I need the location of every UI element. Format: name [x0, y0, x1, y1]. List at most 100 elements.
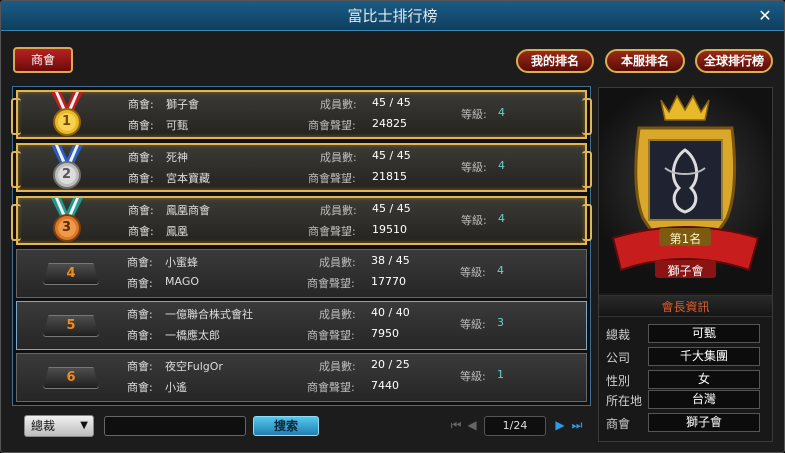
leader-label: 商會: — [128, 119, 154, 132]
guild-name: 獅子會 — [166, 98, 199, 111]
ranking-row-4[interactable]: 4 商會: 小蜜蜂 商會: MAGO 成員數: 38 / 45 商會聲望: 17… — [16, 249, 587, 298]
level-value: 4 — [498, 159, 505, 172]
reputation-value: 19510 — [372, 223, 407, 236]
guild-name: 一億聯合株式會社 — [165, 308, 253, 321]
first-page-icon[interactable]: ⏮ — [448, 417, 464, 433]
members-count: 38 / 45 — [371, 254, 410, 267]
reputation-label: 商會聲望: — [308, 172, 356, 185]
guild-name: 鳳凰商會 — [166, 204, 210, 217]
window-title: 富比士排行榜 — [1, 1, 784, 31]
ranking-row-1[interactable]: 1 商會: 獅子會 商會: 可甄 成員數: 45 / 45 商會聲望: 2482… — [11, 90, 592, 139]
field-label-guild: 商會 — [606, 417, 631, 431]
level-label: 等級: — [461, 108, 487, 121]
search-filter-select[interactable]: 總裁 ▼ — [24, 415, 94, 437]
reputation-label: 商會聲望: — [307, 277, 355, 290]
ranking-list: 1 商會: 獅子會 商會: 可甄 成員數: 45 / 45 商會聲望: 2482… — [11, 86, 592, 406]
guild-label: 商會: — [127, 308, 153, 321]
field-label-gender: 性別 — [606, 374, 631, 388]
level-label: 等級: — [460, 266, 486, 279]
members-count: 45 / 45 — [372, 149, 411, 162]
emblem-rank-text: 第1名 — [669, 232, 702, 246]
field-value-company: 千大集團 — [648, 347, 760, 366]
reputation-label: 商會聲望: — [307, 329, 355, 342]
guild-name: 夜空FulgOr — [165, 360, 223, 373]
next-page-icon[interactable]: ▶ — [552, 417, 568, 433]
field-value-guild: 獅子會 — [648, 413, 760, 432]
field-value-gender: 女 — [648, 370, 760, 389]
leader-info-header: 會長資訊 — [599, 295, 772, 317]
reputation-value: 21815 — [372, 170, 407, 183]
level-value: 4 — [498, 106, 505, 119]
search-input[interactable] — [104, 416, 246, 436]
ranking-row-2[interactable]: 2 商會: 死神 商會: 宮本寶藏 成員數: 45 / 45 商會聲望: 218… — [11, 143, 592, 192]
reputation-value: 7440 — [371, 379, 399, 392]
reputation-value: 17770 — [371, 275, 406, 288]
field-value-president: 可甄 — [648, 324, 760, 343]
members-label: 成員數: — [319, 308, 356, 321]
leader-label: 商會: — [127, 329, 153, 342]
level-label: 等級: — [460, 370, 486, 383]
ranking-row-3[interactable]: 3 商會: 鳳凰商會 商會: 鳳凰 成員數: 45 / 45 商會聲望: 195… — [11, 196, 592, 245]
level-label: 等級: — [461, 214, 487, 227]
medal-rank-number: 1 — [62, 114, 72, 129]
field-label-location: 所在地 — [606, 394, 643, 408]
members-label: 成員數: — [319, 360, 356, 373]
level-label: 等級: — [461, 161, 487, 174]
reputation-value: 24825 — [372, 117, 407, 130]
guild-emblem: 第1名 獅子會 — [599, 88, 772, 293]
members-count: 45 / 45 — [372, 202, 411, 215]
guild-label: 商會: — [128, 98, 154, 111]
level-value: 3 — [497, 316, 504, 329]
my-rank-button[interactable]: 我的排名 — [516, 49, 594, 73]
level-value: 4 — [498, 212, 505, 225]
rank-number: 4 — [43, 263, 99, 285]
level-label: 等級: — [460, 318, 486, 331]
guild-label: 商會: — [128, 151, 154, 164]
last-page-icon[interactable]: ⏭ — [569, 417, 585, 433]
reputation-label: 商會聲望: — [307, 381, 355, 394]
search-button[interactable]: 搜索 — [253, 416, 319, 436]
leader-label: 商會: — [128, 172, 154, 185]
guild-name: 小蜜蜂 — [165, 256, 198, 269]
prev-page-icon[interactable]: ◀ — [464, 417, 480, 433]
reputation-value: 7950 — [371, 327, 399, 340]
tab-guild[interactable]: 商會 — [13, 47, 73, 73]
members-label: 成員數: — [320, 151, 357, 164]
close-button[interactable]: ✕ — [754, 5, 776, 27]
chevron-down-icon: ▼ — [80, 420, 88, 431]
page-indicator: 1/24 — [484, 416, 546, 436]
leader-name: MAGO — [165, 275, 200, 288]
leader-label: 商會: — [127, 381, 153, 394]
members-count: 45 / 45 — [372, 96, 411, 109]
field-label-president: 總裁 — [606, 328, 631, 342]
reputation-label: 商會聲望: — [308, 119, 356, 132]
field-value-location: 台灣 — [648, 390, 760, 409]
guild-label: 商會: — [128, 204, 154, 217]
server-rank-button[interactable]: 本服排名 — [605, 49, 685, 73]
ranking-row-5[interactable]: 5 商會: 一億聯合株式會社 商會: 一橋應太郎 成員數: 40 / 40 商會… — [16, 301, 587, 350]
medal-rank-number: 3 — [62, 220, 72, 235]
search-filter-value: 總裁 — [31, 419, 56, 433]
guild-label: 商會: — [127, 360, 153, 373]
emblem-guild-name: 獅子會 — [667, 264, 704, 278]
ranking-window: 富比士排行榜 ✕ 商會 我的排名 本服排名 全球排行榜 1 商會: 獅子會 商會… — [0, 0, 785, 453]
level-value: 1 — [497, 368, 504, 381]
members-label: 成員數: — [319, 256, 356, 269]
leader-name: 鳳凰 — [166, 225, 188, 238]
bottom-toolbar: 總裁 ▼ 搜索 ⏮ ◀ 1/24 ▶ ⏭ — [12, 411, 591, 441]
leader-name: 宮本寶藏 — [166, 172, 210, 185]
global-rank-button[interactable]: 全球排行榜 — [695, 49, 773, 73]
members-label: 成員數: — [320, 98, 357, 111]
ranking-row-6[interactable]: 6 商會: 夜空FulgOr 商會: 小遙 成員數: 20 / 25 商會聲望:… — [16, 353, 587, 402]
rank-number: 5 — [43, 315, 99, 337]
level-value: 4 — [497, 264, 504, 277]
leader-name: 小遙 — [165, 381, 187, 394]
members-count: 40 / 40 — [371, 306, 410, 319]
leader-name: 可甄 — [166, 119, 188, 132]
members-count: 20 / 25 — [371, 358, 410, 371]
rank-number: 6 — [43, 367, 99, 389]
guild-name: 死神 — [166, 151, 188, 164]
members-label: 成員數: — [320, 204, 357, 217]
reputation-label: 商會聲望: — [308, 225, 356, 238]
medal-rank-number: 2 — [62, 167, 72, 182]
